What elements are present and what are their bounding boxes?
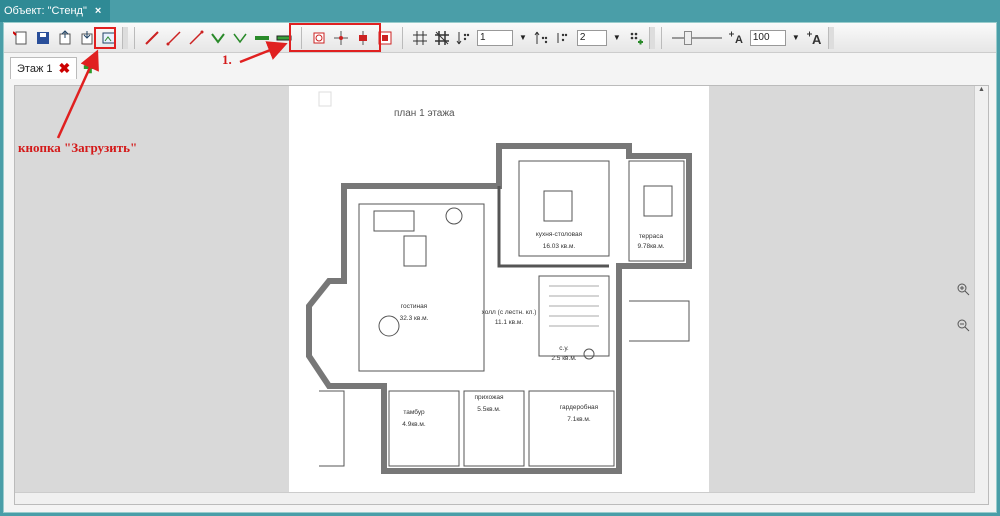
room-wc-name: с.у. [559,345,569,352]
line-count-icon[interactable] [532,28,552,48]
line-count-input[interactable]: 2 [576,29,607,46]
add-tab-icon[interactable]: ✚ [83,58,96,78]
svg-text:A: A [812,32,822,46]
floor-tabbar: Этаж 1 ✖ ✚ [10,57,97,79]
room-terrace-area: 9.78кв.м. [637,243,664,250]
highlight-upload-button [94,27,116,49]
line-width-input[interactable]: 1 [477,29,513,46]
step-one-annotation: 1. [222,52,232,67]
toolbar-separator [660,26,662,49]
editor-client-area: 1 ▼ 2 ▼ A 100 ▼ A Этаж 1 ✖ ✚ план 1 этаж… [3,22,997,513]
chevron-down-icon[interactable]: ▼ [613,33,621,42]
toolbar-separator [402,26,403,49]
toolbar-grip[interactable] [648,26,655,49]
zoom-out-icon[interactable] [956,318,970,332]
apply-grid-icon[interactable] [626,28,646,48]
close-tab-icon[interactable]: ✖ [58,60,70,77]
window-title-tab[interactable]: Объект: "Стенд" × [0,0,110,22]
toolbar: 1 ▼ 2 ▼ A 100 ▼ A [4,23,996,53]
plan-title: план 1 этажа [394,108,455,119]
close-icon[interactable]: × [95,5,101,17]
room-wardrobe-name: гардеробная [560,403,599,411]
snap-grid-icon[interactable] [432,28,452,48]
slider-track [671,36,722,39]
room-kitchen-area: 16.03 кв.м. [543,243,576,250]
new-icon[interactable] [11,28,31,48]
line-count-extra-icon[interactable] [554,28,574,48]
tab-label: Этаж 1 [17,62,53,75]
tab-floor-1[interactable]: Этаж 1 ✖ [10,57,78,79]
scroll-up-icon[interactable]: ▲ [975,86,988,98]
line-width-icon[interactable] [454,28,474,48]
highlight-device-buttons [289,23,381,52]
room-terrace-name: терраса [639,233,664,240]
upload-button-annotation: кнопка "Загрузить" [18,140,138,155]
room-kitchen-name: кухня-столовая [536,231,583,238]
opacity-slider[interactable] [671,30,722,46]
room-wardrobe-area: 7.1кв.м. [567,416,591,423]
chevron-down-icon[interactable]: ▼ [792,33,800,42]
text-size-increase-icon[interactable]: A [805,28,825,48]
room-wc-area: 2.5 кв.м. [551,355,576,362]
room-hall-name: холл (с лестн. кл.) [482,309,537,316]
toolbar-separator [134,26,135,49]
floor-plan-drawing: план 1 этажа гостиная 32.3 кв.м. кухня-с… [306,91,692,474]
draw-wall-icon[interactable] [208,28,228,48]
draw-corner-icon[interactable] [230,28,250,48]
draw-window-icon[interactable] [252,28,272,48]
draw-segment-icon[interactable] [164,28,184,48]
save-icon[interactable] [33,28,53,48]
plan-canvas[interactable]: план 1 этажа гостиная 32.3 кв.м. кухня-с… [14,85,989,505]
chevron-down-icon[interactable]: ▼ [519,33,527,42]
zoom-input[interactable]: 100 [749,29,786,46]
room-living-area: 32.3 кв.м. [400,315,429,322]
toolbar-grip[interactable] [122,26,128,49]
app-window: Объект: "Стенд" × 1 ▼ 2 ▼ A 100 ▼ A Этаж… [0,0,1000,516]
slider-thumb[interactable] [683,30,692,45]
room-vestibule-area: 4.9кв.м. [402,421,426,428]
svg-text:A: A [735,34,743,46]
vertical-scrollbar[interactable]: ▲ [974,86,988,504]
floor-plan-sheet: план 1 этажа гостиная 32.3 кв.м. кухня-с… [289,86,709,504]
room-entrance-name: прихожая [475,394,504,401]
horizontal-scrollbar[interactable] [15,492,975,504]
room-hall-area: 11.1 кв.м. [495,319,524,326]
text-size-decrease-icon[interactable]: A [727,28,747,48]
zoom-in-icon[interactable] [956,282,970,296]
grid-icon[interactable] [410,28,430,48]
window-title: Объект: "Стенд" [4,5,87,17]
export-icon[interactable] [55,28,75,48]
room-vestibule-name: тамбур [403,408,425,416]
draw-line-icon[interactable] [142,28,162,48]
draw-polyline-icon[interactable] [186,28,206,48]
room-living-name: гостиная [401,303,428,310]
room-entrance-area: 5.5кв.м. [477,406,501,413]
toolbar-grip[interactable] [827,26,834,49]
